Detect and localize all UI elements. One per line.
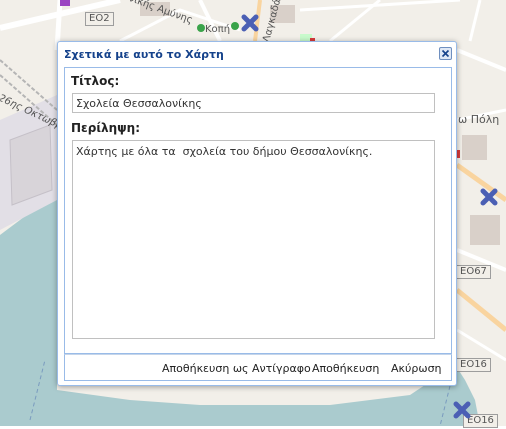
dialog-title: Σχετικά με αυτό το Χάρτη (64, 48, 224, 61)
title-label: Τίτλος: (71, 74, 120, 88)
road-badge: EO67 (456, 265, 491, 279)
summary-textarea[interactable]: Χάρτης με όλα τα σχολεία του δήμου Θεσσα… (72, 140, 435, 339)
school-marker-icon[interactable] (453, 401, 471, 419)
purple-marker-icon[interactable] (60, 0, 70, 6)
green-dot-icon[interactable] (197, 24, 205, 32)
close-icon (441, 49, 450, 58)
road-badge: EO16 (456, 358, 491, 372)
map-street-label: Κοπή (205, 24, 231, 35)
dialog-header[interactable]: Σχετικά με αυτό το Χάρτη (58, 42, 456, 67)
close-button[interactable] (439, 47, 452, 60)
cancel-button[interactable]: Ακύρωση (391, 362, 442, 375)
road-badge: EO2 (85, 12, 114, 26)
green-dot-icon[interactable] (231, 22, 239, 30)
save-button[interactable]: Αποθήκευση (312, 362, 379, 375)
save-as-copy-button[interactable]: Αποθήκευση ως Αντίγραφο (162, 362, 311, 375)
dialog-body: Τίτλος: Περίληψη: Χάρτης με όλα τα σχολε… (64, 67, 452, 354)
title-input[interactable] (72, 93, 435, 113)
dialog-footer: Αποθήκευση ως Αντίγραφο Αποθήκευση Ακύρω… (64, 354, 452, 381)
school-marker-icon[interactable] (241, 14, 259, 32)
school-marker-icon[interactable] (480, 188, 498, 206)
about-map-dialog: Σχετικά με αυτό το Χάρτη Τίτλος: Περίληψ… (57, 41, 457, 386)
summary-label: Περίληψη: (71, 121, 140, 135)
map-area-label: ω Πόλη (458, 113, 500, 126)
